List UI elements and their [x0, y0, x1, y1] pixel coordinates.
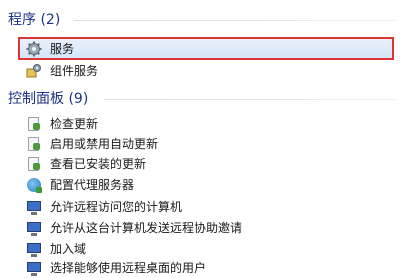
result-item-toggle-auto-update[interactable]: 启用或禁用自动更新 — [20, 134, 390, 154]
monitor-icon — [26, 260, 42, 276]
result-item-label: 服务 — [50, 41, 75, 56]
result-item-check-updates[interactable]: 检查更新 — [20, 114, 390, 134]
network-icon — [26, 177, 42, 193]
monitor-icon — [26, 220, 42, 236]
result-item-remote-desktop-users[interactable]: 选择能够使用远程桌面的用户 — [20, 258, 390, 278]
result-item-services[interactable]: 服务 — [18, 37, 394, 60]
result-item-label: 查看已安装的更新 — [50, 157, 147, 171]
result-item-label: 加入域 — [50, 242, 87, 256]
monitor-icon — [26, 199, 42, 215]
result-item-label: 组件服务 — [50, 64, 99, 78]
result-item-allow-remote-access[interactable]: 允许远程访问您的计算机 — [20, 197, 390, 217]
programs-group-title: 程序 (2) — [8, 12, 61, 28]
result-item-label: 允许远程访问您的计算机 — [50, 200, 183, 214]
result-item-join-domain[interactable]: 加入域 — [20, 239, 390, 259]
result-item-label: 启用或禁用自动更新 — [50, 137, 159, 151]
control-panel-group-divider — [104, 99, 396, 100]
result-item-label: 选择能够使用远程桌面的用户 — [50, 261, 207, 275]
result-item-remote-assistance-invite[interactable]: 允许从这台计算机发送远程协助邀请 — [20, 218, 390, 238]
update-icon — [26, 136, 42, 152]
gear-icon — [26, 41, 42, 57]
result-item-installed-updates[interactable]: 查看已安装的更新 — [20, 154, 390, 174]
result-item-component-services[interactable]: 组件服务 — [20, 61, 390, 81]
monitor-icon — [26, 241, 42, 257]
update-icon — [26, 156, 42, 172]
control-panel-group-title: 控制面板 (9) — [8, 91, 89, 107]
result-item-label: 允许从这台计算机发送远程协助邀请 — [50, 221, 243, 235]
update-icon — [26, 116, 42, 132]
result-item-label: 检查更新 — [50, 117, 99, 131]
programs-group-divider — [74, 20, 396, 21]
result-item-label: 配置代理服务器 — [50, 178, 135, 192]
component-services-icon — [26, 63, 42, 79]
result-item-proxy-server[interactable]: 配置代理服务器 — [20, 175, 390, 195]
